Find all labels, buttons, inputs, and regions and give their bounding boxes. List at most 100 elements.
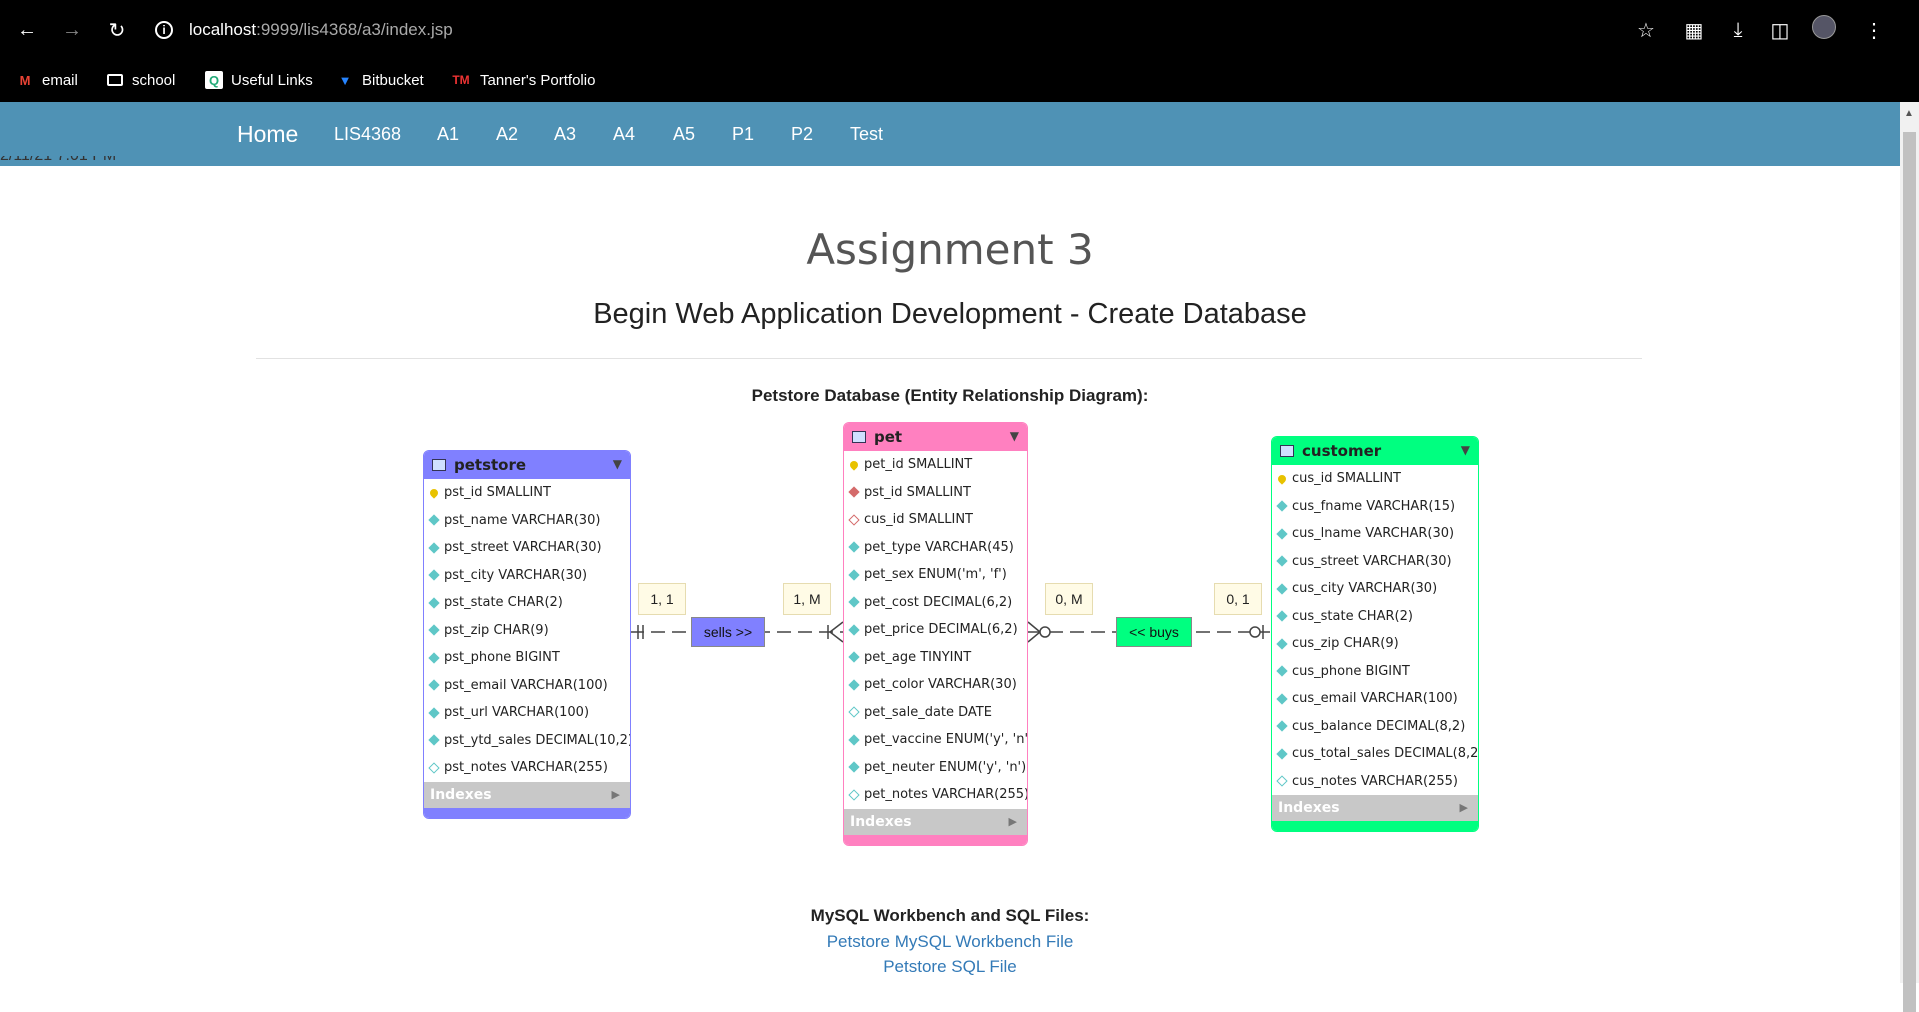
column-text: pet_neuter ENUM('y', 'n') bbox=[864, 759, 1027, 775]
column-text: pst_url VARCHAR(100) bbox=[444, 705, 590, 721]
column-icon bbox=[428, 707, 440, 719]
column-text: pet_cost DECIMAL(6,2) bbox=[864, 594, 1013, 610]
column-row: pst_zip CHAR(9) bbox=[424, 617, 630, 645]
column-row: pst_phone BIGINT bbox=[424, 644, 630, 672]
foreign-key-icon bbox=[848, 514, 860, 526]
column-row: pet_color VARCHAR(30) bbox=[844, 671, 1027, 699]
column-text: pst_id SMALLINT bbox=[444, 485, 551, 501]
column-icon bbox=[1276, 583, 1288, 595]
table-name: petstore bbox=[454, 456, 527, 474]
expand-icon[interactable]: ▶ bbox=[1009, 815, 1017, 828]
sql-file-link[interactable]: Petstore SQL File bbox=[0, 957, 1900, 977]
indexes-label: Indexes bbox=[430, 786, 492, 803]
column-row: pet_vaccine ENUM('y', 'n') bbox=[844, 726, 1027, 754]
column-text: pet_vaccine ENUM('y', 'n') bbox=[864, 732, 1028, 748]
files-heading: MySQL Workbench and SQL Files: bbox=[810, 906, 1090, 925]
expand-icon[interactable]: ▶ bbox=[612, 788, 620, 801]
collapse-icon[interactable]: ▼ bbox=[1010, 429, 1019, 443]
column-row: pst_id SMALLINT bbox=[844, 479, 1027, 507]
column-icon bbox=[848, 734, 860, 746]
column-icon bbox=[848, 679, 860, 691]
table-icon bbox=[432, 459, 446, 471]
column-text: pst_name VARCHAR(30) bbox=[444, 512, 601, 528]
column-icon bbox=[428, 734, 440, 746]
column-row: cus_balance DECIMAL(8,2) bbox=[1272, 713, 1478, 741]
scroll-up-icon[interactable]: ▲ bbox=[1904, 108, 1914, 119]
indexes-section[interactable]: Indexes ▶ bbox=[844, 808, 1027, 835]
column-row: pst_email VARCHAR(100) bbox=[424, 672, 630, 700]
table-icon bbox=[852, 431, 866, 443]
scrollbar-thumb[interactable] bbox=[1903, 132, 1916, 1012]
indexes-section[interactable]: Indexes ▶ bbox=[1272, 795, 1478, 821]
column-row: pet_type VARCHAR(45) bbox=[844, 534, 1027, 562]
column-row: cus_city VARCHAR(30) bbox=[1272, 575, 1478, 603]
column-row: pet_price DECIMAL(6,2) bbox=[844, 616, 1027, 644]
column-text: pst_street VARCHAR(30) bbox=[444, 540, 602, 556]
primary-key-icon bbox=[1276, 473, 1288, 485]
column-text: cus_phone BIGINT bbox=[1292, 663, 1410, 679]
column-icon bbox=[1276, 720, 1288, 732]
column-text: cus_zip CHAR(9) bbox=[1292, 636, 1399, 652]
column-icon bbox=[848, 596, 860, 608]
column-text: cus_fname VARCHAR(15) bbox=[1292, 498, 1456, 514]
table-header[interactable]: pet ▼ bbox=[844, 423, 1027, 451]
crowfoot bbox=[1027, 631, 1041, 643]
column-text: cus_total_sales DECIMAL(8,2) bbox=[1292, 746, 1479, 762]
column-row: pst_city VARCHAR(30) bbox=[424, 562, 630, 590]
column-row: pst_id SMALLINT bbox=[424, 479, 630, 507]
column-icon bbox=[848, 624, 860, 636]
column-text: pet_type VARCHAR(45) bbox=[864, 539, 1014, 555]
column-row: pet_sex ENUM('m', 'f') bbox=[844, 561, 1027, 589]
collapse-icon[interactable]: ▼ bbox=[1461, 443, 1470, 457]
collapse-icon[interactable]: ▼ bbox=[613, 457, 622, 471]
column-icon bbox=[428, 569, 440, 581]
column-icon bbox=[428, 542, 440, 554]
column-text: pst_notes VARCHAR(255) bbox=[444, 760, 608, 776]
column-text: pst_zip CHAR(9) bbox=[444, 622, 549, 638]
foreign-key-icon bbox=[848, 486, 860, 498]
column-row: cus_fname VARCHAR(15) bbox=[1272, 493, 1478, 521]
column-icon bbox=[1276, 610, 1288, 622]
expand-icon[interactable]: ▶ bbox=[1460, 801, 1468, 814]
column-text: cus_state CHAR(2) bbox=[1292, 608, 1413, 624]
page-scrollbar[interactable]: ▲ bbox=[1900, 102, 1919, 1012]
column-row: cus_email VARCHAR(100) bbox=[1272, 685, 1478, 713]
column-text: cus_balance DECIMAL(8,2) bbox=[1292, 718, 1466, 734]
cardinality-label: 0, 1 bbox=[1214, 583, 1262, 615]
column-icon bbox=[848, 569, 860, 581]
column-row: cus_street VARCHAR(30) bbox=[1272, 548, 1478, 576]
indexes-section[interactable]: Indexes ▶ bbox=[424, 781, 630, 808]
column-row: cus_state CHAR(2) bbox=[1272, 603, 1478, 631]
column-row: pet_sale_date DATE bbox=[844, 699, 1027, 727]
column-row: cus_phone BIGINT bbox=[1272, 658, 1478, 686]
column-icon bbox=[1276, 528, 1288, 540]
column-row: cus_id SMALLINT bbox=[844, 506, 1027, 534]
pet-table: pet ▼ pet_id SMALLINT pst_id SMALLINT cus_id… bbox=[843, 422, 1028, 846]
cardinality-label: 1, 1 bbox=[638, 583, 686, 615]
cardinality-label: 1, M bbox=[783, 583, 831, 615]
column-icon bbox=[428, 679, 440, 691]
column-row: pst_notes VARCHAR(255) bbox=[424, 754, 630, 782]
column-text: pet_sale_date DATE bbox=[864, 704, 992, 720]
column-icon bbox=[1276, 748, 1288, 760]
column-icon bbox=[848, 651, 860, 663]
table-header[interactable]: petstore ▼ bbox=[424, 451, 630, 479]
customer-table: customer ▼ cus_id SMALLINT cus_fname VARCHA… bbox=[1271, 436, 1479, 832]
column-row: pet_id SMALLINT bbox=[844, 451, 1027, 479]
column-icon bbox=[848, 761, 860, 773]
column-row: cus_id SMALLINT bbox=[1272, 465, 1478, 493]
column-row: pet_neuter ENUM('y', 'n') bbox=[844, 754, 1027, 782]
primary-key-icon bbox=[428, 487, 440, 499]
table-footer bbox=[1272, 821, 1478, 831]
column-icon bbox=[1276, 775, 1288, 787]
column-row: pet_age TINYINT bbox=[844, 644, 1027, 672]
column-text: cus_id SMALLINT bbox=[864, 512, 974, 528]
column-icon bbox=[848, 706, 860, 718]
workbench-file-link[interactable]: Petstore MySQL Workbench File bbox=[0, 932, 1900, 952]
column-row: pst_name VARCHAR(30) bbox=[424, 507, 630, 535]
column-row: cus_zip CHAR(9) bbox=[1272, 630, 1478, 658]
column-icon bbox=[1276, 555, 1288, 567]
table-header[interactable]: customer ▼ bbox=[1272, 437, 1478, 465]
column-icon bbox=[848, 541, 860, 553]
column-icon bbox=[428, 762, 440, 774]
